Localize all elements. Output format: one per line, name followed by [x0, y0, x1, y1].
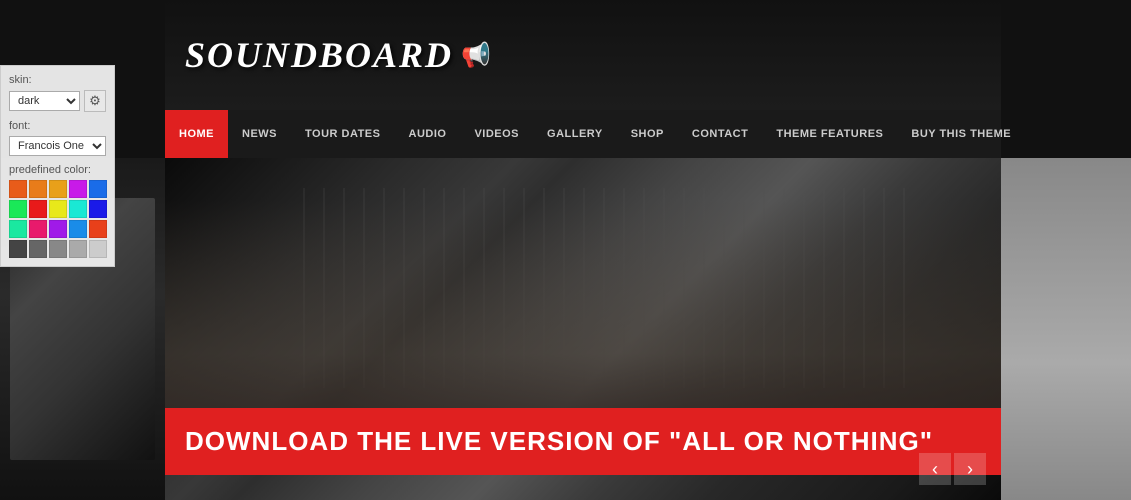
color-swatch[interactable]: [49, 240, 67, 258]
main-content: DOWNLOAD THE LIVE VERSION OF "ALL OR NOT…: [165, 158, 1001, 500]
slider-next-button[interactable]: ›: [954, 453, 986, 485]
color-swatch[interactable]: [49, 220, 67, 238]
nav-item-gallery[interactable]: GALLERY: [533, 110, 617, 158]
nav-item-contact[interactable]: CONTACT: [678, 110, 762, 158]
color-swatch[interactable]: [29, 200, 47, 218]
main-nav: HOME NEWS TOUR DATES AUDIO VIDEOS GALLER…: [165, 110, 1001, 158]
settings-panel: skin: dark light ⚙ font: Francois One Ar…: [0, 65, 115, 267]
nav-item-videos[interactable]: VIDEOS: [460, 110, 533, 158]
color-swatch[interactable]: [49, 180, 67, 198]
color-swatch[interactable]: [9, 180, 27, 198]
nav-item-audio[interactable]: AUDIO: [395, 110, 461, 158]
nav-item-tour-dates[interactable]: TOUR DATES: [291, 110, 395, 158]
site-header: SOUNDBOARD 📢: [165, 0, 1001, 110]
nav-item-theme-features[interactable]: THEME FEATURES: [762, 110, 897, 158]
color-swatch[interactable]: [9, 200, 27, 218]
hands-overlay: [165, 200, 1001, 420]
color-swatch[interactable]: [69, 220, 87, 238]
color-swatch[interactable]: [89, 180, 107, 198]
font-row: Francois One Arial Georgia: [9, 136, 106, 156]
skin-label: skin:: [9, 74, 106, 86]
slider-prev-button[interactable]: ‹: [919, 453, 951, 485]
color-swatch[interactable]: [29, 180, 47, 198]
color-swatch[interactable]: [9, 240, 27, 258]
hero-banner[interactable]: DOWNLOAD THE LIVE VERSION OF "ALL OR NOT…: [165, 408, 1001, 475]
color-swatch[interactable]: [49, 200, 67, 218]
color-swatch[interactable]: [69, 200, 87, 218]
color-swatch[interactable]: [29, 220, 47, 238]
color-swatch[interactable]: [9, 220, 27, 238]
nav-item-home[interactable]: HOME: [165, 110, 228, 158]
predefined-color-label: predefined color:: [9, 164, 106, 176]
color-swatch[interactable]: [89, 200, 107, 218]
color-swatch[interactable]: [69, 180, 87, 198]
skin-select[interactable]: dark light: [9, 91, 80, 111]
color-swatch[interactable]: [89, 220, 107, 238]
nav-item-news[interactable]: NEWS: [228, 110, 291, 158]
color-swatch[interactable]: [69, 240, 87, 258]
gear-button[interactable]: ⚙: [84, 90, 106, 112]
skin-row: dark light ⚙: [9, 90, 106, 112]
color-grid: [9, 180, 106, 258]
color-swatch[interactable]: [89, 240, 107, 258]
hero-banner-text: DOWNLOAD THE LIVE VERSION OF "ALL OR NOT…: [185, 426, 933, 456]
nav-item-buy-theme[interactable]: BUY THIS THEME: [897, 110, 1025, 158]
logo-icon: 📢: [461, 41, 491, 70]
font-select[interactable]: Francois One Arial Georgia: [9, 136, 106, 156]
side-image-right: [1001, 158, 1131, 500]
site-logo[interactable]: SOUNDBOARD: [185, 34, 453, 76]
font-label: font:: [9, 120, 106, 132]
nav-item-shop[interactable]: SHOP: [617, 110, 678, 158]
color-swatch[interactable]: [29, 240, 47, 258]
